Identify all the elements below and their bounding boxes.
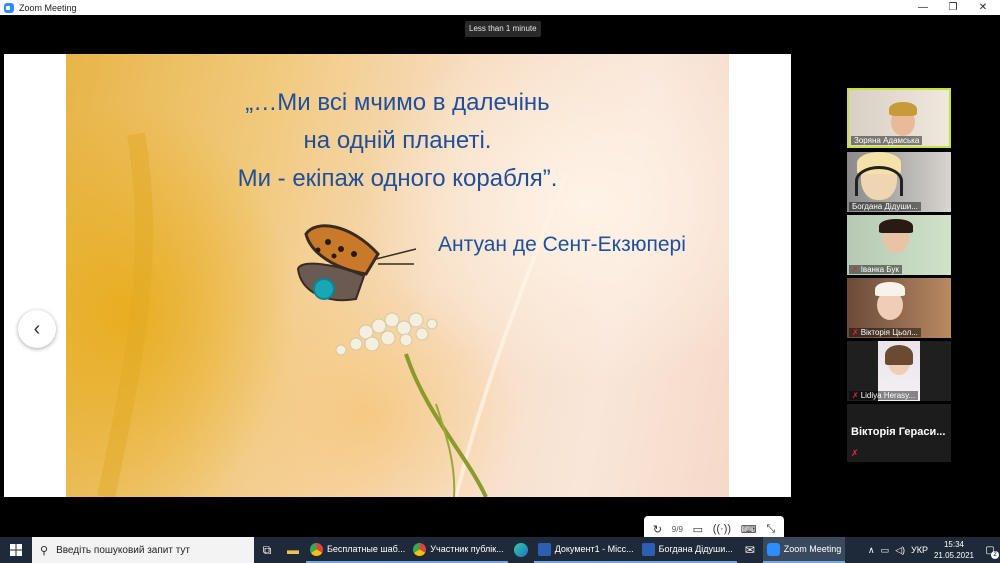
chrome-icon <box>413 542 427 556</box>
quote-line-2: на одній планеті. <box>303 127 492 154</box>
tray-chevron-up-icon[interactable]: ∧ <box>868 545 875 556</box>
taskbar-app-label: Участник публік... <box>430 544 504 554</box>
quote-author: Антуан де Сент-Екзюпері <box>438 233 686 256</box>
edge-icon[interactable] <box>508 537 534 563</box>
participant-name: Вікторія Гераси... <box>851 426 946 438</box>
participant-tile-no-video[interactable]: Вікторія Гераси... ✗ <box>847 404 951 462</box>
notification-count: 2 <box>991 551 999 559</box>
taskbar-app-label: Богдана Дідуши... <box>658 544 733 554</box>
taskbar-app-chrome-1[interactable]: Бесплатные шаб... <box>306 537 410 563</box>
participant-tile[interactable]: Богдана Дідуши... <box>847 152 951 212</box>
network-icon[interactable]: ▭ <box>881 545 890 556</box>
clock-time: 15:34 <box>943 540 964 549</box>
taskbar-app-word-2[interactable]: Богдана Дідуши... <box>637 537 737 563</box>
taskbar-app-chrome-2[interactable]: Участник публік... <box>409 537 508 563</box>
system-tray: ∧ ▭ ◁) УКР 15:34 21.05.2021 2 ▢ <box>868 537 1000 563</box>
shared-screen: „…Ми всі мчимо в далечінь на одній плане… <box>4 54 791 542</box>
broadcast-icon[interactable]: ((·)) <box>713 523 731 535</box>
taskbar-app-word-1[interactable]: Документ1 - Місс... <box>533 537 638 563</box>
close-button[interactable]: ✕ <box>968 0 998 15</box>
mail-icon[interactable]: ✉ <box>737 537 763 563</box>
task-view-icon[interactable]: ⧉ <box>254 537 280 563</box>
participant-tile[interactable]: ✗ Вікторія Цьол... <box>847 278 951 338</box>
participant-name: Вікторія Цьол... <box>860 328 918 337</box>
collapse-icon[interactable]: ⤡ <box>766 523 775 536</box>
participant-name: Іванка Бук <box>860 265 899 274</box>
zoom-meeting-window: Zoom Meeting — ❐ ✕ Less than 1 minute „…… <box>0 0 1000 563</box>
language-indicator[interactable]: УКР <box>911 545 928 555</box>
keyboard-icon[interactable]: ⌨ <box>741 523 757 536</box>
notification-center-button[interactable]: 2 ▢ <box>980 541 1000 559</box>
word-icon <box>537 542 551 556</box>
taskbar-app-zoom[interactable]: Zoom Meeting <box>762 537 846 563</box>
title-bar: Zoom Meeting — ❐ ✕ <box>0 0 1000 15</box>
search-icon: ⚲ <box>40 544 49 557</box>
zoom-icon <box>766 542 780 556</box>
muted-mic-icon: ✗ <box>852 328 859 337</box>
page-counter: 9/9 <box>671 524 683 534</box>
participant-tile[interactable]: Зоряна Адамська <box>847 88 951 148</box>
slides-icon[interactable]: ▭ <box>693 523 703 536</box>
windows-logo-icon <box>10 544 22 556</box>
chevron-left-icon: ‹ <box>33 317 41 340</box>
zoom-logo-icon <box>4 2 14 13</box>
presenter-cursor <box>313 278 335 300</box>
taskbar-app-label: Zoom Meeting <box>783 544 842 554</box>
meeting-timer: Less than 1 minute <box>465 21 541 37</box>
participant-tile[interactable]: ✗ Lidiya Herasy... <box>847 341 951 401</box>
quote-line-3: Ми - екіпаж одного корабля”. <box>237 165 558 192</box>
volume-icon[interactable]: ◁) <box>895 545 905 556</box>
minimize-button[interactable]: — <box>908 0 938 15</box>
participant-name: Богдана Дідуши... <box>849 202 921 211</box>
taskbar-clock[interactable]: 15:34 21.05.2021 <box>934 539 974 561</box>
quote-line-1: „…Ми всі мчимо в далечінь <box>245 89 550 116</box>
muted-mic-icon: ✗ <box>852 265 859 274</box>
muted-mic-icon: ✗ <box>852 391 859 400</box>
participant-tile[interactable]: ✗ Іванка Бук <box>847 215 951 275</box>
taskbar-app-label: Бесплатные шаб... <box>327 544 406 554</box>
participant-name: Lidiya Herasy... <box>860 391 916 400</box>
file-explorer-icon[interactable]: ▬ <box>280 537 306 563</box>
previous-slide-button[interactable]: ‹ <box>18 310 56 348</box>
taskbar-search-input[interactable]: ⚲ Введіть пошуковий запит тут <box>32 537 254 563</box>
rotate-icon[interactable]: ↻ <box>653 523 662 536</box>
taskbar-app-label: Документ1 - Місс... <box>554 544 634 554</box>
participant-name: Зоряна Адамська <box>851 136 923 145</box>
windows-start-button[interactable] <box>0 537 32 563</box>
maximize-button[interactable]: ❐ <box>938 0 968 15</box>
windows-taskbar: ⚲ Введіть пошуковий запит тут ⧉ ▬ Беспла… <box>0 537 1000 563</box>
word-icon <box>641 542 655 556</box>
chrome-icon <box>310 542 323 556</box>
presentation-slide: „…Ми всі мчимо в далечінь на одній плане… <box>66 54 729 497</box>
window-title: Zoom Meeting <box>19 2 77 13</box>
search-placeholder: Введіть пошуковий запит тут <box>56 544 190 556</box>
clock-date: 21.05.2021 <box>933 551 974 560</box>
muted-mic-icon: ✗ <box>851 448 859 458</box>
